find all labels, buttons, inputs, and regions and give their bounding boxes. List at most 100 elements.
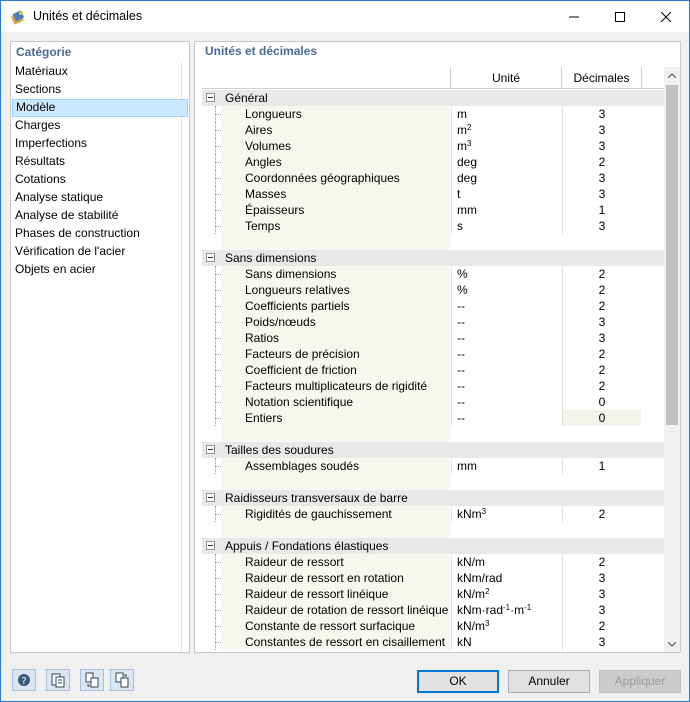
sidebar-item[interactable]: Cotations xyxy=(12,171,188,189)
unit-cell[interactable]: kN/m2 xyxy=(451,586,561,602)
decimals-cell[interactable]: 2 xyxy=(562,154,641,170)
units-button[interactable] xyxy=(46,669,70,691)
group-header[interactable]: Général xyxy=(202,90,664,106)
unit-cell[interactable]: kNm/rad xyxy=(451,570,561,586)
decimals-cell[interactable]: 0 xyxy=(562,394,641,410)
table-row[interactable]: Coefficients partiels -- 2 xyxy=(202,298,664,314)
scroll-up-button[interactable] xyxy=(664,67,680,83)
table-row[interactable]: Facteurs de précision -- 2 xyxy=(202,346,664,362)
import-button[interactable] xyxy=(80,669,104,691)
unit-cell[interactable]: mm xyxy=(451,202,561,218)
table-row[interactable]: Masses t 3 xyxy=(202,186,664,202)
table-row[interactable]: Assemblages soudés mm 1 xyxy=(202,458,664,474)
group-header[interactable]: Sans dimensions xyxy=(202,250,664,266)
table-row[interactable]: Volumes m3 3 xyxy=(202,138,664,154)
unit-cell[interactable]: deg xyxy=(451,170,561,186)
unit-cell[interactable]: kNm·rad-1·m-1 xyxy=(451,602,561,618)
decimals-cell[interactable]: 2 xyxy=(562,362,641,378)
unit-cell[interactable]: kN xyxy=(451,634,561,650)
table-row[interactable]: Longueurs relatives% 2 xyxy=(202,282,664,298)
sidebar-item[interactable]: Analyse de stabilité xyxy=(12,207,188,225)
sidebar-item[interactable]: Matériaux xyxy=(12,63,188,81)
sidebar-item[interactable]: Vérification de l'acier xyxy=(12,243,188,261)
ok-button[interactable]: OK xyxy=(417,670,499,693)
decimals-cell[interactable]: 0 xyxy=(562,410,641,426)
unit-cell[interactable]: % xyxy=(451,282,561,298)
decimals-cell[interactable]: 3 xyxy=(562,106,641,122)
unit-cell[interactable]: deg xyxy=(451,154,561,170)
decimals-cell[interactable]: 3 xyxy=(562,122,641,138)
decimals-cell[interactable]: 1 xyxy=(562,458,641,474)
unit-cell[interactable]: -- xyxy=(451,314,561,330)
collapse-icon[interactable] xyxy=(206,493,215,502)
scroll-down-button[interactable] xyxy=(664,636,680,652)
decimals-cell[interactable]: 3 xyxy=(562,170,641,186)
unit-cell[interactable]: m3 xyxy=(451,138,561,154)
decimals-cell[interactable]: 2 xyxy=(562,346,641,362)
unit-cell[interactable]: mm xyxy=(451,458,561,474)
sidebar-item[interactable]: Charges xyxy=(12,117,188,135)
sidebar-item[interactable]: Phases de construction xyxy=(12,225,188,243)
decimals-cell[interactable]: 3 xyxy=(562,570,641,586)
vertical-scrollbar[interactable] xyxy=(664,67,680,652)
group-header[interactable]: Tailles des soudures xyxy=(202,442,664,458)
unit-cell[interactable]: m2 xyxy=(451,122,561,138)
collapse-icon[interactable] xyxy=(206,541,215,550)
table-row[interactable]: Entiers -- 0 xyxy=(202,410,664,426)
unit-cell[interactable]: % xyxy=(451,266,561,282)
unit-cell[interactable]: -- xyxy=(451,378,561,394)
unit-cell[interactable]: t xyxy=(451,186,561,202)
maximize-button[interactable] xyxy=(597,1,643,32)
decimals-cell[interactable]: 2 xyxy=(562,282,641,298)
group-header[interactable]: Raidisseurs transversaux de barre xyxy=(202,490,664,506)
table-row[interactable]: Raideur de ressort en rotation kNm/rad 3 xyxy=(202,570,664,586)
unit-cell[interactable]: -- xyxy=(451,394,561,410)
export-button[interactable] xyxy=(110,669,134,691)
unit-cell[interactable]: s xyxy=(451,218,561,234)
table-row[interactable]: Coordonnées géographiques deg 3 xyxy=(202,170,664,186)
decimals-cell[interactable]: 2 xyxy=(562,378,641,394)
unit-cell[interactable]: -- xyxy=(451,346,561,362)
table-row[interactable]: Sans dimensions% 2 xyxy=(202,266,664,282)
unit-cell[interactable]: kNm3 xyxy=(451,506,561,522)
table-row[interactable]: Temps s 3 xyxy=(202,218,664,234)
cancel-button[interactable]: Annuler xyxy=(508,670,590,693)
collapse-icon[interactable] xyxy=(206,445,215,454)
unit-cell[interactable]: kN/m xyxy=(451,554,561,570)
sidebar-item[interactable]: Analyse statique xyxy=(12,189,188,207)
sidebar-item[interactable]: Objets en acier xyxy=(12,261,188,279)
apply-button[interactable]: Appliquer xyxy=(599,670,681,693)
table-row[interactable]: Ratios -- 3 xyxy=(202,330,664,346)
table-row[interactable]: Raideur de ressort linéique kN/m2 3 xyxy=(202,586,664,602)
unit-cell[interactable]: m xyxy=(451,106,561,122)
decimals-cell[interactable]: 3 xyxy=(562,186,641,202)
unit-cell[interactable]: -- xyxy=(451,330,561,346)
minimize-button[interactable] xyxy=(551,1,597,32)
table-row[interactable]: Coefficient de friction -- 2 xyxy=(202,362,664,378)
table-row[interactable]: Raideur de ressort kN/m 2 xyxy=(202,554,664,570)
unit-cell[interactable]: -- xyxy=(451,410,561,426)
unit-cell[interactable]: -- xyxy=(451,298,561,314)
decimals-cell[interactable]: 3 xyxy=(562,586,641,602)
table-row[interactable]: Angles deg 2 xyxy=(202,154,664,170)
scroll-thumb[interactable] xyxy=(666,85,678,425)
table-row[interactable]: Facteurs multiplicateurs de rigidité -- 2 xyxy=(202,378,664,394)
help-button[interactable]: ? xyxy=(12,669,36,691)
decimals-cell[interactable]: 2 xyxy=(562,618,641,634)
close-button[interactable] xyxy=(643,1,689,32)
decimals-cell[interactable]: 2 xyxy=(562,266,641,282)
table-row[interactable]: Épaisseurs mm 1 xyxy=(202,202,664,218)
decimals-cell[interactable]: 3 xyxy=(562,314,641,330)
decimals-cell[interactable]: 3 xyxy=(562,330,641,346)
table-row[interactable]: Raideur de rotation de ressort linéique k… xyxy=(202,602,664,618)
table-row[interactable]: Aires m2 3 xyxy=(202,122,664,138)
table-row[interactable]: Rigidités de gauchissement kNm3 2 xyxy=(202,506,664,522)
table-row[interactable]: Longueurs m 3 xyxy=(202,106,664,122)
sidebar-item[interactable]: Sections xyxy=(12,81,188,99)
unit-cell[interactable]: kN/m3 xyxy=(451,618,561,634)
group-header[interactable]: Appuis / Fondations élastiques xyxy=(202,538,664,554)
decimals-cell[interactable]: 2 xyxy=(562,554,641,570)
table-row[interactable]: Notation scientifique -- 0 xyxy=(202,394,664,410)
sidebar-item[interactable]: Imperfections xyxy=(12,135,188,153)
collapse-icon[interactable] xyxy=(206,93,215,102)
